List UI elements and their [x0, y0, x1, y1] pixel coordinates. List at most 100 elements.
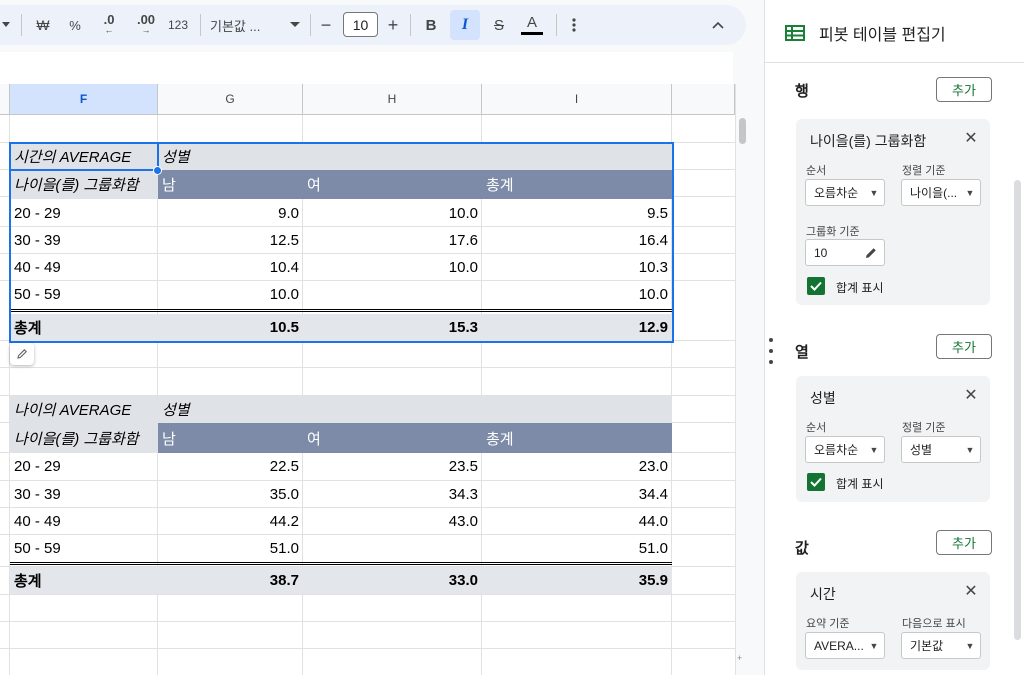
grid-vertical-scrollbar[interactable] [735, 84, 748, 675]
columns-order-select[interactable]: 오름차순 ▼ [805, 436, 885, 463]
pivot1-row-label[interactable]: 40 - 49 [10, 254, 158, 281]
pivot2-total-cell[interactable]: 35.9 [482, 567, 672, 594]
spreadsheet-grid[interactable]: F G H I 시간의 AVERAGE 성별 나이을(를) 그룹화함 남 여 총… [0, 84, 735, 675]
chevron-up-icon[interactable] [706, 10, 730, 40]
pivot2-cell[interactable]: 51.0 [482, 535, 672, 562]
pivot1-cell[interactable]: 10.0 [303, 254, 482, 281]
columns-add-button[interactable]: 추가 [936, 334, 992, 359]
pivot1-cell[interactable]: 10.0 [482, 281, 672, 308]
pivot1-cell[interactable]: 10.0 [303, 200, 482, 227]
values-show-as-select[interactable]: 기본값 ▼ [901, 632, 981, 659]
percent-format-button[interactable]: % [62, 10, 88, 40]
pivot1-value-label[interactable]: 시간의 AVERAGE [10, 143, 158, 170]
pivot1-column-field[interactable]: 성별 [158, 143, 303, 170]
text-color-button[interactable]: A [518, 10, 546, 40]
more-formats-button[interactable]: 123 [163, 10, 193, 40]
rows-order-select[interactable]: 오름차순 ▼ [805, 179, 885, 206]
column-header-i[interactable]: I [482, 84, 672, 115]
pivot2-row-field[interactable]: 나이을(를) 그룹화함 [10, 423, 158, 453]
pivot2-header-total[interactable]: 총계 [482, 423, 672, 453]
grid-scrollbar-thumb[interactable] [739, 118, 746, 144]
pivot2-cell[interactable]: 44.2 [158, 508, 303, 535]
pivot2-cell[interactable]: 43.0 [303, 508, 482, 535]
font-select[interactable]: 기본값 ... [210, 10, 300, 40]
pivot2-cell[interactable] [303, 535, 482, 562]
columns-sort-select[interactable]: 성별 ▼ [901, 436, 981, 463]
pivot1-total-cell[interactable]: 12.9 [482, 314, 672, 341]
italic-button[interactable]: I [450, 10, 480, 40]
pivot2-row-label[interactable]: 50 - 59 [10, 535, 158, 562]
values-add-button[interactable]: 추가 [936, 530, 992, 555]
pivot-edit-button[interactable] [10, 343, 34, 365]
fill-handle[interactable] [153, 166, 162, 175]
pivot1-cell[interactable] [303, 281, 482, 308]
pivot1-total-cell[interactable]: 10.5 [158, 314, 303, 341]
bold-button[interactable]: B [419, 10, 443, 40]
pivot2-total-divider [10, 562, 672, 565]
pivot1-total-label[interactable]: 총계 [10, 314, 158, 341]
close-icon[interactable]: ✕ [962, 582, 980, 600]
pivot1-row-field[interactable]: 나이을(를) 그룹화함 [10, 170, 158, 199]
pivot2-cell[interactable]: 34.3 [303, 481, 482, 508]
chevron-down-icon[interactable] [0, 10, 12, 40]
values-summarize-select[interactable]: AVERA... ▼ [805, 632, 885, 659]
columns-order-value: 오름차순 [814, 443, 859, 457]
strikethrough-button[interactable]: S [486, 10, 512, 40]
pivot2-cell[interactable]: 23.5 [303, 453, 482, 480]
rows-show-totals-checkbox[interactable] [807, 277, 825, 295]
pivot2-total-cell[interactable]: 33.0 [303, 567, 482, 594]
panel-scrollbar[interactable] [1014, 180, 1021, 640]
rows-group-input[interactable]: 10 [805, 239, 885, 266]
pivot2-cell[interactable]: 23.0 [482, 453, 672, 480]
pivot2-header-male[interactable]: 남 [158, 423, 303, 453]
pivot1-cell[interactable]: 10.4 [158, 254, 303, 281]
column-header-j[interactable] [672, 84, 735, 115]
font-size-input[interactable]: 10 [343, 12, 378, 37]
pivot2-row-label[interactable]: 30 - 39 [10, 481, 158, 508]
close-icon[interactable]: ✕ [962, 129, 980, 147]
pivot2-cell[interactable]: 22.5 [158, 453, 303, 480]
pivot2-total-label[interactable]: 총계 [10, 567, 158, 594]
pivot1-cell[interactable]: 9.5 [482, 200, 672, 227]
rows-add-button[interactable]: 추가 [936, 77, 992, 102]
pivot2-total-cell[interactable]: 38.7 [158, 567, 303, 594]
pivot2-cell[interactable]: 51.0 [158, 535, 303, 562]
pivot1-cell[interactable]: 16.4 [482, 227, 672, 254]
pivot1-cell[interactable]: 17.6 [303, 227, 482, 254]
increase-decimal-button[interactable]: .00 → [130, 10, 162, 40]
pivot1-header-total[interactable]: 총계 [482, 170, 672, 199]
pivot1-total-cell[interactable]: 15.3 [303, 314, 482, 341]
chevron-down-icon: ▼ [965, 640, 975, 651]
pivot2-row-label[interactable]: 40 - 49 [10, 508, 158, 535]
rows-field-card: 나이을(를) 그룹화함 ✕ 순서 오름차순 ▼ 정렬 기준 나이을(... ▼ … [796, 119, 990, 305]
pivot2-row-label[interactable]: 20 - 29 [10, 453, 158, 480]
columns-show-totals-checkbox[interactable] [807, 473, 825, 491]
pivot2-cell[interactable]: 34.4 [482, 481, 672, 508]
pivot2-column-field[interactable]: 성별 [158, 396, 303, 423]
drag-handle-icon[interactable] [768, 338, 774, 364]
decrease-font-size-button[interactable]: − [316, 10, 336, 40]
pivot1-row-label[interactable]: 20 - 29 [10, 200, 158, 227]
pivot1-row-label[interactable]: 30 - 39 [10, 227, 158, 254]
currency-format-button[interactable]: ₩ [30, 10, 56, 40]
pivot2-value-label[interactable]: 나이의 AVERAGE [10, 396, 158, 423]
pivot2-header-female[interactable]: 여 [303, 423, 482, 453]
column-header-f[interactable]: F [10, 84, 158, 115]
pivot1-row-label[interactable]: 50 - 59 [10, 281, 158, 308]
increase-font-size-button[interactable]: + [382, 10, 404, 40]
decrease-decimal-button[interactable]: .0 ← [95, 10, 123, 40]
column-header-g[interactable]: G [158, 84, 303, 115]
pivot1-cell[interactable]: 10.0 [158, 281, 303, 308]
pivot1-header-female[interactable]: 여 [303, 170, 482, 199]
pivot1-cell[interactable]: 10.3 [482, 254, 672, 281]
pivot1-cell[interactable]: 12.5 [158, 227, 303, 254]
column-header-h[interactable]: H [303, 84, 482, 115]
pivot1-header-male[interactable]: 남 [158, 170, 303, 199]
rows-sort-select[interactable]: 나이을(... ▼ [901, 179, 981, 206]
pencil-icon[interactable] [864, 246, 878, 260]
close-icon[interactable]: ✕ [962, 386, 980, 404]
pivot1-cell[interactable]: 9.0 [158, 200, 303, 227]
more-vert-icon[interactable] [566, 10, 582, 40]
pivot2-cell[interactable]: 35.0 [158, 481, 303, 508]
pivot2-cell[interactable]: 44.0 [482, 508, 672, 535]
